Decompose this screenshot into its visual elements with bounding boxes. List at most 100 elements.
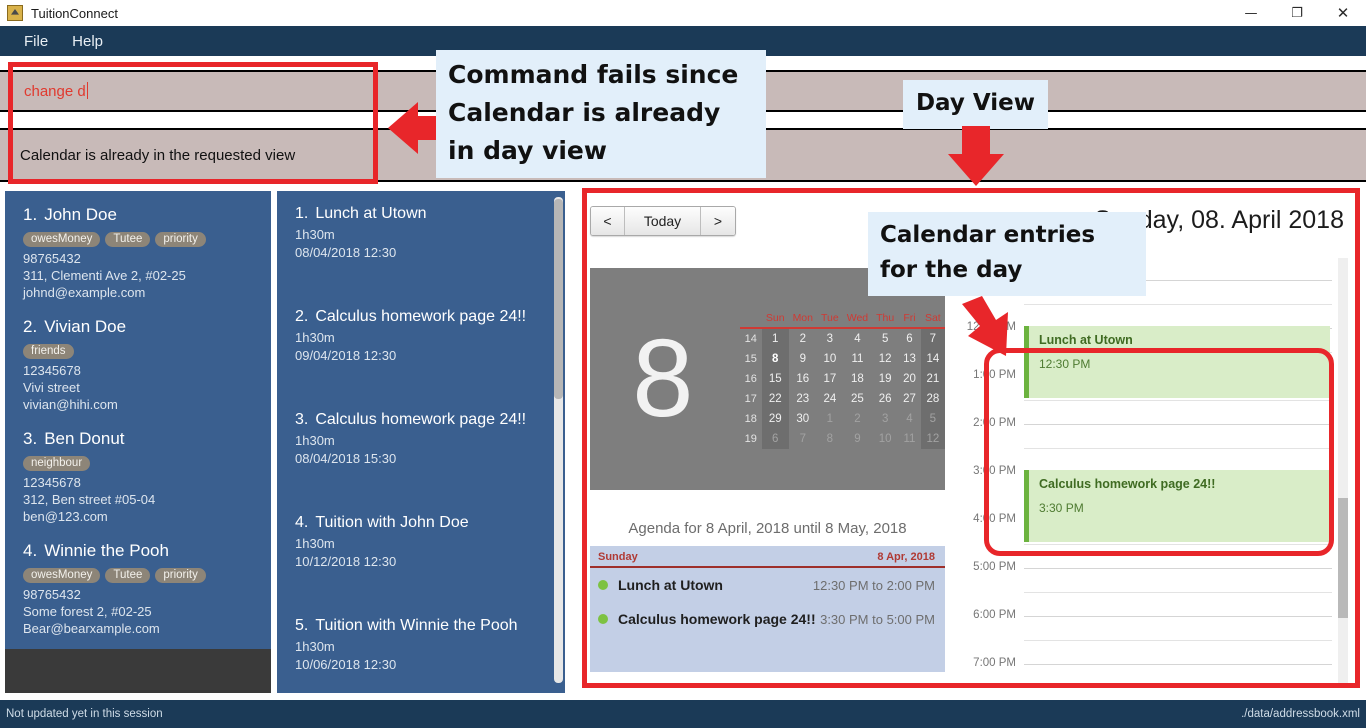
mini-cal-day[interactable]: 23 xyxy=(789,389,817,409)
mini-cal-day[interactable]: 1 xyxy=(817,409,843,429)
timeline-hour-label: 6:00 PM xyxy=(973,609,1016,621)
task-list-panel[interactable]: 1. Lunch at Utown 1h30m 08/04/2018 12:30 2. C… xyxy=(276,190,566,694)
mini-cal-day[interactable]: 28 xyxy=(920,388,945,409)
timeline-event[interactable]: Calculus homework page 24!! 3:30 PM xyxy=(1024,470,1330,542)
mini-cal-week-row: 19 6 7 8 9 10 11 12 xyxy=(740,428,945,449)
agenda-row[interactable]: Lunch at Utown 12:30 PM to 2:00 PM xyxy=(590,568,945,602)
timeline-hour-line xyxy=(1024,664,1332,665)
task-datetime: 08/04/2018 15:30 xyxy=(295,451,397,466)
person-email: Bear@bearxample.com xyxy=(23,621,160,636)
mini-cal-day[interactable]: 13 xyxy=(898,349,921,369)
timeline-event[interactable]: Lunch at Utown 12:30 PM xyxy=(1024,326,1330,398)
mini-cal-day[interactable]: 1 xyxy=(761,327,789,349)
timeline-body[interactable]: Lunch at Utown 12:30 PM Calculus homework … xyxy=(1024,256,1332,688)
task-list-scrollbar[interactable] xyxy=(554,197,563,683)
task-card[interactable]: 5. Tuition with Winnie the Pooh 1h30m 10/06… xyxy=(277,613,565,693)
person-address: 312, Ben street #05-04 xyxy=(23,492,156,507)
task-duration: 1h30m xyxy=(295,536,335,551)
person-card[interactable]: 2. Vivian Doe friends 12345678 Vivi street vi… xyxy=(5,311,271,423)
calendar-today-button[interactable]: Today xyxy=(625,207,701,235)
scrollbar-thumb[interactable] xyxy=(1338,498,1348,618)
minimize-icon[interactable]: — xyxy=(1228,0,1274,26)
mini-cal-day[interactable]: 25 xyxy=(843,389,872,409)
mini-cal-day[interactable]: 14 xyxy=(920,348,945,369)
menu-item-help[interactable]: Help xyxy=(60,29,115,54)
person-tags: owesMoney Tutee priority xyxy=(23,565,257,583)
mini-cal-day[interactable]: 22 xyxy=(761,388,789,409)
task-datetime: 10/06/2018 12:30 xyxy=(295,657,397,672)
mini-cal-day[interactable]: 12 xyxy=(872,349,898,369)
mini-cal-day[interactable]: 5 xyxy=(920,408,945,429)
scrollbar-thumb[interactable] xyxy=(554,199,563,399)
status-bar: Not updated yet in this session ./data/a… xyxy=(0,700,1366,728)
timeline-event-time: 12:30 PM xyxy=(1039,357,1091,371)
person-card[interactable]: 4. Winnie the Pooh owesMoney Tutee priority 9… xyxy=(5,535,271,647)
mini-cal-week-row: 16 15 16 17 18 19 20 21 xyxy=(740,368,945,389)
mini-cal-week-row: 14 1 2 3 4 5 6 7 xyxy=(740,327,945,349)
mini-cal-day[interactable]: 6 xyxy=(761,428,789,449)
annotation-calendar-entries-text: Calendar entries for the day xyxy=(880,222,1096,283)
mini-cal-day[interactable]: 9 xyxy=(843,429,872,449)
mini-cal-day[interactable]: 11 xyxy=(843,349,872,369)
task-card[interactable]: 1. Lunch at Utown 1h30m 08/04/2018 12:30 xyxy=(277,201,565,304)
mini-cal-day[interactable]: 26 xyxy=(872,389,898,409)
mini-cal-day[interactable]: 4 xyxy=(898,409,921,429)
task-card[interactable]: 2. Calculus homework page 24!! 1h30m 09/04/… xyxy=(277,304,565,407)
mini-cal-day[interactable]: 4 xyxy=(843,328,872,349)
calendar-next-button[interactable]: > xyxy=(701,207,735,235)
tag-badge: priority xyxy=(155,232,206,247)
mini-cal-day[interactable]: 16 xyxy=(789,369,817,389)
mini-cal-day[interactable]: 27 xyxy=(898,389,921,409)
agenda-event-time: 12:30 PM to 2:00 PM xyxy=(812,577,935,593)
agenda-row[interactable]: Calculus homework page 24!! 3:30 PM to 5:… xyxy=(590,602,945,636)
timeline-hour-line xyxy=(1024,616,1332,617)
agenda-status-dot-icon xyxy=(598,614,608,624)
mini-cal-day[interactable]: 11 xyxy=(898,429,921,449)
mini-cal-day[interactable]: 3 xyxy=(817,328,843,349)
mini-cal-day[interactable]: 7 xyxy=(920,327,945,349)
mini-cal-day[interactable]: 15 xyxy=(761,368,789,389)
mini-cal-week-row: 18 29 30 1 2 3 4 5 xyxy=(740,408,945,429)
calendar-prev-button[interactable]: < xyxy=(591,207,625,235)
task-index: 1. xyxy=(295,205,309,222)
mini-cal-day[interactable]: 24 xyxy=(817,389,843,409)
mini-cal-day[interactable]: 10 xyxy=(817,349,843,369)
task-card[interactable]: 4. Tuition with John Doe 1h30m 10/12/2018 1… xyxy=(277,510,565,613)
mini-cal-day[interactable]: 18 xyxy=(843,369,872,389)
tag-badge: Tutee xyxy=(105,568,151,583)
mini-cal-day[interactable]: 5 xyxy=(872,328,898,349)
mini-cal-day[interactable]: 8 xyxy=(817,429,843,449)
mini-cal-day[interactable]: 30 xyxy=(789,409,817,429)
person-card[interactable]: 3. Ben Donut neighbour 12345678 312, Ben str… xyxy=(5,423,271,535)
mini-cal-day[interactable]: 20 xyxy=(898,369,921,389)
mini-cal-day[interactable]: 3 xyxy=(872,409,898,429)
mini-cal-day[interactable]: 2 xyxy=(789,328,817,349)
maximize-icon[interactable]: ❐ xyxy=(1274,0,1320,26)
timeline-scrollbar[interactable] xyxy=(1338,258,1348,686)
person-index: 3. xyxy=(23,429,38,448)
close-icon[interactable]: ✕ xyxy=(1320,0,1366,26)
mini-cal-day[interactable]: 6 xyxy=(898,328,921,349)
mini-cal-day[interactable]: 10 xyxy=(872,429,898,449)
mini-cal-day[interactable]: 19 xyxy=(872,369,898,389)
status-file-path: ./data/addressbook.xml xyxy=(1241,708,1360,720)
person-list-panel[interactable]: 1. John Doe owesMoney Tutee priority 98765432… xyxy=(4,190,272,694)
mini-cal-header-row: .SunMonTueWedThuFriSat xyxy=(739,309,945,329)
person-card[interactable]: 1. John Doe owesMoney Tutee priority 98765432… xyxy=(5,199,271,311)
task-title: 2. Calculus homework page 24!! xyxy=(295,308,527,325)
menu-item-file[interactable]: File xyxy=(12,29,60,54)
task-datetime: 09/04/2018 12:30 xyxy=(295,348,397,363)
task-duration: 1h30m xyxy=(295,433,335,448)
mini-cal-day[interactable]: 21 xyxy=(920,368,945,389)
mini-cal-day[interactable]: 17 xyxy=(817,369,843,389)
mini-cal-day[interactable]: 2 xyxy=(843,409,872,429)
mini-month-calendar[interactable]: .SunMonTueWedThuFriSat141234567158910111… xyxy=(739,309,945,449)
mini-cal-day[interactable]: 29 xyxy=(761,408,789,429)
mini-cal-day[interactable]: 7 xyxy=(789,429,817,449)
mini-cal-day[interactable]: 9 xyxy=(789,349,817,369)
person-tags: neighbour xyxy=(23,453,257,471)
mini-cal-day-selected[interactable]: 8 xyxy=(761,348,789,369)
task-card[interactable]: 3. Calculus homework page 24!! 1h30m 08/04/… xyxy=(277,407,565,510)
mini-cal-day[interactable]: 12 xyxy=(920,428,945,449)
task-title: 5. Tuition with Winnie the Pooh xyxy=(295,617,518,634)
